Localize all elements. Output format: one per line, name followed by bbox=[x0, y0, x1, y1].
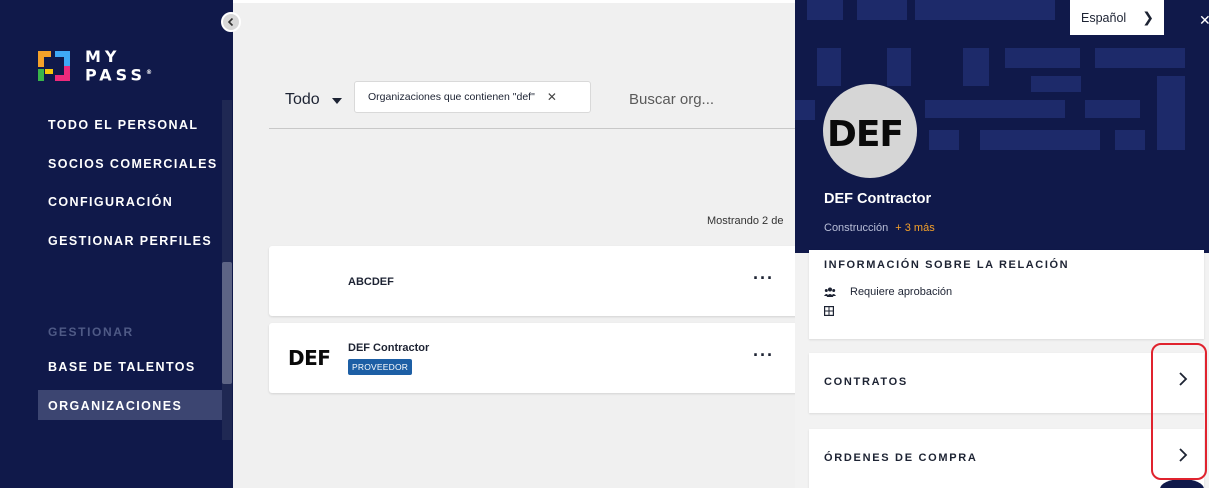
language-label: Español bbox=[1081, 10, 1127, 25]
more-options-icon[interactable]: ··· bbox=[753, 345, 774, 366]
sidebar: MY PASS® TODO EL PERSONAL SOCIOS COMERCIA… bbox=[0, 0, 233, 488]
org-card[interactable]: DEF DEF Contractor PROVEEDOR ··· bbox=[269, 323, 795, 393]
avatar-text: DEF bbox=[826, 113, 904, 155]
filter-select-value: Todo bbox=[285, 91, 320, 108]
table-grid-icon bbox=[824, 306, 834, 316]
panel-subtitle: Construcción + 3 más bbox=[824, 222, 935, 234]
relation-info-title: INFORMACIÓN SOBRE LA RELACIÓN bbox=[824, 259, 1070, 271]
relation-info-card: INFORMACIÓN SOBRE LA RELACIÓN Requiere a… bbox=[809, 250, 1204, 339]
logo-mark-icon bbox=[38, 51, 70, 82]
logo-text: MY PASS® bbox=[85, 47, 152, 85]
org-type-badge: PROVEEDOR bbox=[348, 359, 413, 375]
mypass-logo[interactable]: MY PASS® bbox=[38, 47, 152, 85]
language-button[interactable]: Español ❯ bbox=[1070, 0, 1164, 35]
filter-chip: Organizaciones que contienen "def" ✕ bbox=[354, 81, 591, 113]
more-options-icon[interactable]: ··· bbox=[753, 268, 774, 289]
filter-chip-label: Organizaciones que contienen "def" bbox=[368, 91, 535, 103]
org-name: ABCDEF bbox=[348, 276, 394, 288]
nav-section-gestionar: GESTIONAR bbox=[48, 325, 134, 339]
organization-avatar: DEF bbox=[823, 84, 917, 178]
search-divider bbox=[269, 128, 795, 129]
main-content: Todo Organizaciones que contienen "def" … bbox=[233, 0, 795, 488]
people-icon bbox=[824, 287, 836, 297]
nav-organizaciones[interactable]: ORGANIZACIONES bbox=[48, 399, 182, 413]
close-panel-icon[interactable]: ✕ bbox=[1199, 12, 1209, 29]
chevron-right-icon bbox=[1178, 447, 1188, 468]
nav-socios-comerciales[interactable]: SOCIOS COMERCIALES bbox=[48, 157, 218, 171]
org-card[interactable]: ABCDEF ··· bbox=[269, 246, 795, 316]
nav-configuracion[interactable]: CONFIGURACIÓN bbox=[48, 195, 173, 209]
filter-select[interactable]: Todo bbox=[285, 91, 342, 109]
relation-status-row: Requiere aprobación bbox=[824, 286, 952, 298]
nav-base-de-talentos[interactable]: BASE DE TALENTOS bbox=[48, 360, 196, 374]
org-logo: DEF bbox=[288, 346, 331, 370]
purchase-orders-label: ÓRDENES DE COMPRA bbox=[824, 452, 978, 464]
collapse-sidebar-button[interactable] bbox=[221, 12, 241, 32]
contracts-label: CONTRATOS bbox=[824, 376, 908, 388]
results-count: Mostrando 2 de bbox=[707, 215, 784, 227]
more-industries-link[interactable]: + 3 más bbox=[895, 222, 934, 234]
caret-down-icon bbox=[331, 98, 342, 104]
contracts-link[interactable]: CONTRATOS bbox=[809, 353, 1204, 413]
chevron-right-icon bbox=[1178, 371, 1188, 392]
chevron-right-icon: ❯ bbox=[1142, 9, 1154, 25]
organization-detail-panel: Español ❯ ✕ DEF DEF Contractor Construcc… bbox=[795, 0, 1209, 488]
org-name: DEF Contractor bbox=[348, 342, 430, 354]
top-strip bbox=[233, 0, 795, 3]
sidebar-scroll-thumb[interactable] bbox=[222, 262, 232, 384]
search-input[interactable] bbox=[629, 91, 795, 108]
panel-title: DEF Contractor bbox=[824, 191, 932, 207]
purchase-orders-link[interactable]: ÓRDENES DE COMPRA bbox=[809, 429, 1204, 488]
relation-status-label: Requiere aprobación bbox=[850, 286, 953, 298]
close-icon[interactable]: ✕ bbox=[547, 90, 557, 104]
industry-label: Construcción bbox=[824, 222, 889, 234]
nav-gestionar-perfiles[interactable]: GESTIONAR PERFILES bbox=[48, 234, 212, 248]
nav-todo-el-personal[interactable]: TODO EL PERSONAL bbox=[48, 118, 198, 132]
panel-header: Español ❯ ✕ DEF DEF Contractor Construcc… bbox=[795, 0, 1209, 253]
chevron-left-icon bbox=[227, 17, 234, 27]
